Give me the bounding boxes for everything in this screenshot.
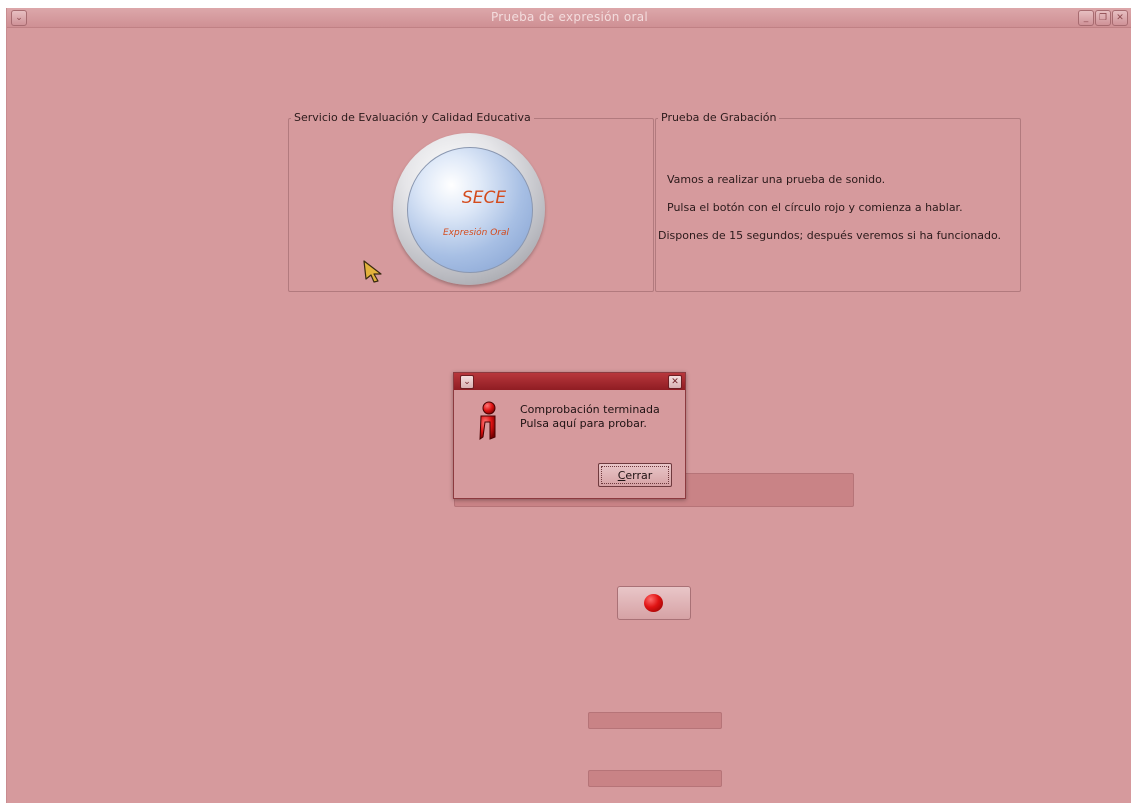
dialog-titlebar[interactable]: ⌄ ✕	[454, 373, 685, 390]
recording-test-groupbox: Prueba de Grabación Vamos a realizar una…	[655, 111, 1021, 292]
dialog-message-line-2[interactable]: Pulsa aquí para probar.	[520, 417, 647, 430]
dialog-close-button[interactable]: Cerrar	[598, 463, 672, 487]
recording-test-title: Prueba de Grabación	[658, 111, 780, 124]
close-label-rest: errar	[625, 469, 653, 482]
dialog-close-x-button[interactable]: ✕	[668, 375, 682, 389]
sece-logo-title: SECE	[461, 188, 507, 208]
test-complete-dialog: ⌄ ✕ Comprobación terminada Pulsa aquí pa…	[453, 372, 686, 499]
bottom-field-1	[588, 712, 722, 729]
bottom-field-2	[588, 770, 722, 787]
info-icon	[479, 401, 496, 440]
sece-groupbox-title: Servicio de Evaluación y Calidad Educati…	[291, 111, 534, 124]
maximize-button[interactable]: ❐	[1095, 10, 1111, 26]
sece-logo: SECE Expresión Oral	[393, 133, 545, 285]
sece-logo-lens: SECE Expresión Oral	[407, 147, 533, 273]
mouse-cursor-icon	[363, 260, 382, 283]
record-dot-icon	[644, 594, 663, 612]
window-titlebar[interactable]: ⌄ Prueba de expresión oral _ ❐ ✕	[7, 8, 1131, 28]
sece-logo-subtitle: Expresión Oral	[442, 228, 510, 238]
dialog-menu-button[interactable]: ⌄	[460, 375, 474, 389]
dialog-message-line-1: Comprobación terminada	[520, 403, 660, 416]
instruction-line-1: Vamos a realizar una prueba de sonido.	[667, 173, 886, 186]
minimize-button[interactable]: _	[1078, 10, 1094, 26]
window-title: Prueba de expresión oral	[490, 10, 648, 24]
close-window-button[interactable]: ✕	[1112, 10, 1128, 26]
dialog-close-button-label: Cerrar	[601, 466, 669, 484]
sece-groupbox: Servicio de Evaluación y Calidad Educati…	[288, 111, 654, 292]
instruction-line-3: Dispones de 15 segundos; después veremos…	[658, 229, 1002, 242]
record-button[interactable]	[617, 586, 691, 620]
instruction-line-2: Pulsa el botón con el círculo rojo y com…	[667, 201, 963, 214]
